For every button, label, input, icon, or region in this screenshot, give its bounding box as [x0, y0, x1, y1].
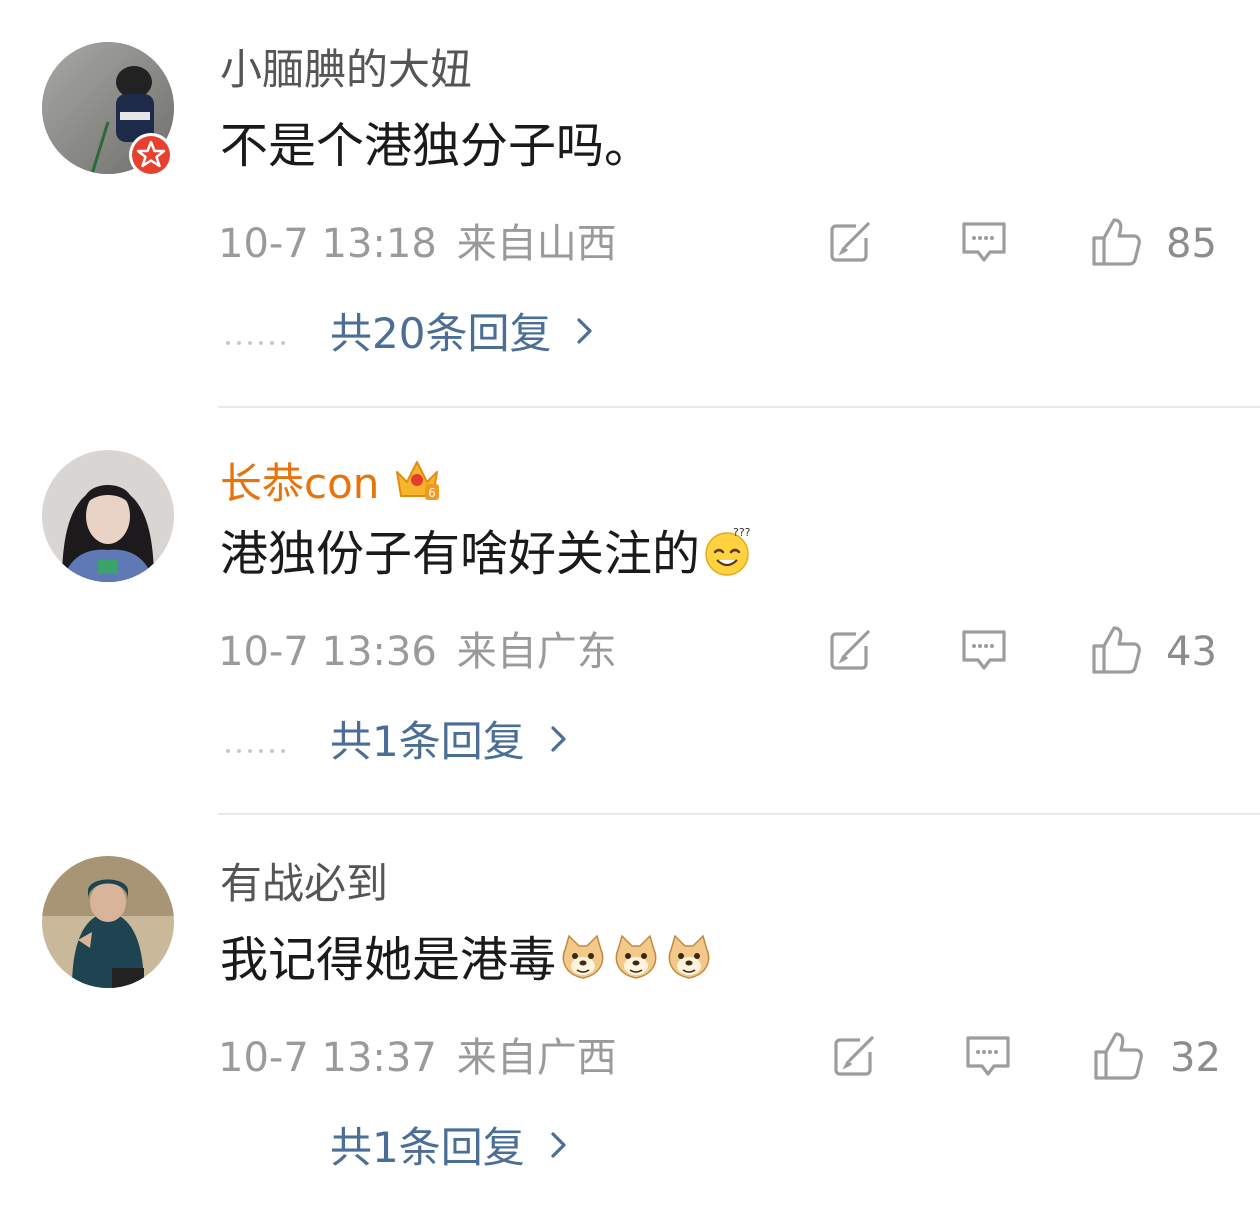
comment-icon [962, 222, 1006, 262]
reply-dots [226, 330, 296, 345]
share-icon [830, 222, 870, 262]
doge-emoji-icon [668, 934, 710, 979]
chevron-right-icon [577, 318, 593, 344]
share-button[interactable] [826, 1028, 882, 1084]
comment-location: 来自山西 [456, 221, 617, 267]
username[interactable]: 小腼腆的大妞 [220, 44, 472, 96]
thumbs-up-icon [1092, 218, 1141, 266]
avatar[interactable] [42, 450, 174, 582]
reply-button[interactable] [960, 1028, 1016, 1084]
view-replies-link[interactable]: 共20条回复 [330, 306, 595, 362]
comment-item: 小腼腆的大妞 不是个港独分子吗。 10-7 13:18 来自山西 85 共20条回… [0, 0, 1260, 406]
verified-badge-icon [128, 132, 174, 178]
username-text: 长恭con [220, 459, 380, 508]
comment-time: 10-7 13:37 [218, 1035, 437, 1081]
comment-location: 来自广东 [456, 629, 617, 675]
comment-item: 有战必到 我记得她是港毒 10-7 13:37 来自广西 32 共1条回复 [0, 814, 1260, 1209]
username[interactable]: 有战必到 [220, 858, 388, 910]
doge-emoji-icon [562, 934, 604, 979]
share-icon [834, 1036, 874, 1076]
comment-icon [966, 1036, 1010, 1076]
svg-text:6: 6 [429, 486, 437, 500]
share-button[interactable] [822, 214, 878, 270]
comment-location: 来自广西 [456, 1035, 617, 1081]
comment-text: 港独份子有啥好关注的??? [220, 524, 753, 584]
view-replies-link[interactable]: 共1条回复 [330, 1120, 569, 1176]
comment-item: 长恭con 6 港独份子有啥好关注的??? 10-7 13:36 来自广东 43 共… [0, 408, 1260, 814]
like-button[interactable] [1088, 214, 1144, 270]
comment-meta: 10-7 13:36 来自广东 [218, 626, 617, 678]
replies-label: 共1条回复 [330, 1123, 525, 1172]
comment-time: 10-7 13:36 [218, 629, 437, 675]
replies-label: 共1条回复 [330, 717, 525, 766]
chevron-right-icon [551, 1132, 566, 1158]
replies-label: 共20条回复 [330, 309, 552, 358]
comment-text-body: 不是个港独分子吗。 [220, 118, 653, 174]
dizzy-smile-emoji-icon: ??? [705, 526, 751, 576]
comment-meta: 10-7 13:37 来自广西 [218, 1032, 617, 1084]
avatar[interactable] [42, 856, 174, 988]
thumbs-up-icon [1094, 1032, 1143, 1080]
vip-crown-icon: 6 [396, 461, 440, 500]
comment-time: 10-7 13:18 [218, 221, 437, 267]
share-button[interactable] [822, 622, 878, 678]
username[interactable]: 长恭con 6 [220, 452, 443, 510]
chevron-right-icon [551, 726, 566, 752]
reply-dots [226, 738, 296, 753]
like-count: 85 [1166, 221, 1217, 267]
comment-text-body: 港独份子有啥好关注的 [220, 526, 701, 582]
thumbs-up-icon [1092, 626, 1141, 674]
doge-emoji-icon [615, 934, 657, 979]
like-count: 43 [1166, 629, 1217, 675]
like-button[interactable] [1088, 622, 1144, 678]
reply-button[interactable] [956, 622, 1012, 678]
comment-meta: 10-7 13:18 来自山西 [218, 218, 617, 270]
reply-button[interactable] [956, 214, 1012, 270]
share-icon [830, 630, 870, 670]
comment-text-body: 我记得她是港毒 [220, 932, 557, 988]
svg-text:???: ??? [733, 526, 751, 539]
like-button[interactable] [1090, 1028, 1146, 1084]
comment-text: 不是个港独分子吗。 [220, 116, 652, 176]
comment-text: 我记得她是港毒 [220, 930, 715, 990]
view-replies-link[interactable]: 共1条回复 [330, 714, 569, 770]
like-count: 32 [1170, 1035, 1221, 1081]
comment-icon [962, 630, 1006, 670]
